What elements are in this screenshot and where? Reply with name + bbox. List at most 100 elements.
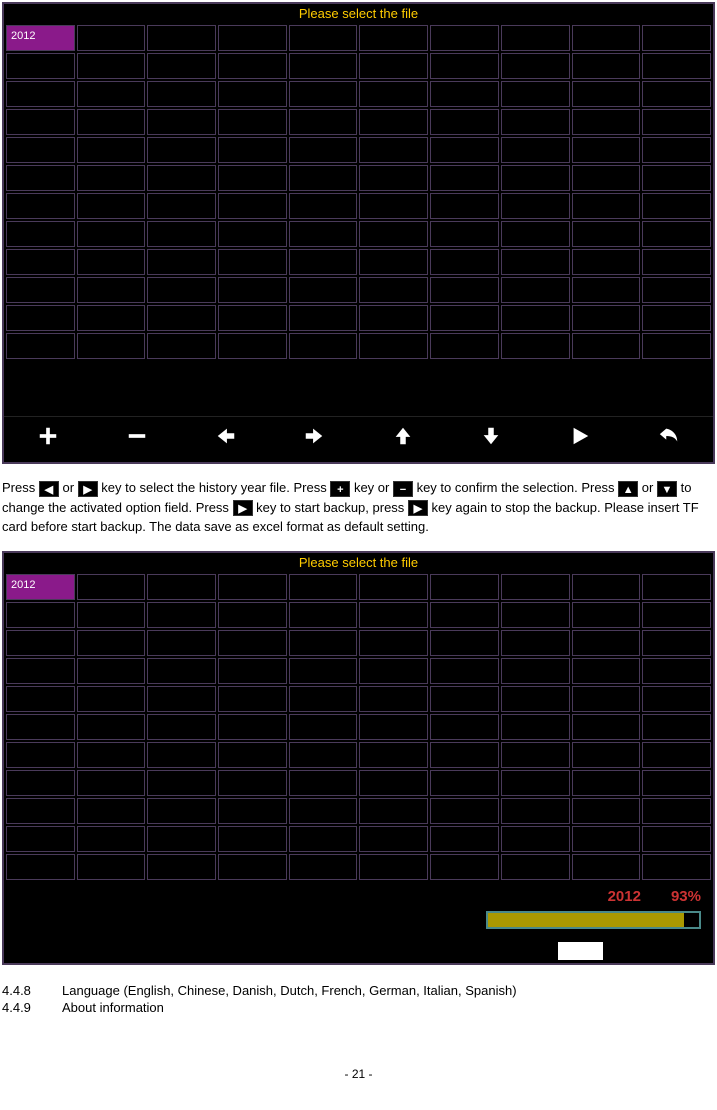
file-cell[interactable] xyxy=(6,854,75,880)
file-cell[interactable] xyxy=(77,742,146,768)
file-cell[interactable] xyxy=(218,249,287,275)
file-cell[interactable] xyxy=(572,109,641,135)
file-cell[interactable] xyxy=(289,630,358,656)
file-cell[interactable] xyxy=(6,221,75,247)
file-cell[interactable] xyxy=(218,826,287,852)
file-cell[interactable] xyxy=(359,193,428,219)
file-cell[interactable] xyxy=(642,277,711,303)
file-cell[interactable] xyxy=(147,165,216,191)
file-cell[interactable] xyxy=(642,770,711,796)
arrow-right-icon[interactable] xyxy=(303,425,325,454)
file-cell[interactable] xyxy=(359,137,428,163)
file-cell[interactable] xyxy=(77,574,146,600)
file-cell[interactable] xyxy=(218,854,287,880)
file-cell[interactable] xyxy=(501,137,570,163)
file-cell[interactable] xyxy=(77,854,146,880)
file-cell[interactable] xyxy=(430,53,499,79)
file-cell[interactable] xyxy=(218,53,287,79)
file-cell[interactable] xyxy=(359,277,428,303)
file-cell[interactable] xyxy=(359,826,428,852)
file-cell[interactable] xyxy=(6,53,75,79)
file-cell[interactable] xyxy=(289,305,358,331)
file-cell[interactable] xyxy=(642,798,711,824)
file-cell[interactable] xyxy=(642,165,711,191)
file-cell[interactable] xyxy=(430,277,499,303)
plus-icon[interactable] xyxy=(37,425,59,454)
file-cell[interactable] xyxy=(218,630,287,656)
file-cell[interactable] xyxy=(289,333,358,359)
file-cell[interactable] xyxy=(289,658,358,684)
file-cell[interactable] xyxy=(501,333,570,359)
file-cell[interactable] xyxy=(77,25,146,51)
file-cell[interactable] xyxy=(147,658,216,684)
file-cell[interactable] xyxy=(359,221,428,247)
file-cell[interactable] xyxy=(218,333,287,359)
file-cell[interactable] xyxy=(642,137,711,163)
arrow-left-icon[interactable] xyxy=(215,425,237,454)
file-cell[interactable] xyxy=(147,277,216,303)
file-cell[interactable] xyxy=(77,658,146,684)
file-cell[interactable] xyxy=(289,770,358,796)
file-cell[interactable] xyxy=(289,714,358,740)
file-cell[interactable] xyxy=(430,826,499,852)
file-cell[interactable] xyxy=(289,165,358,191)
play-icon[interactable] xyxy=(569,425,591,454)
file-cell[interactable] xyxy=(430,221,499,247)
file-cell[interactable] xyxy=(572,574,641,600)
file-cell[interactable] xyxy=(430,742,499,768)
file-cell[interactable] xyxy=(147,854,216,880)
file-cell[interactable] xyxy=(572,333,641,359)
file-cell[interactable] xyxy=(147,798,216,824)
file-cell[interactable] xyxy=(218,81,287,107)
file-cell[interactable] xyxy=(6,249,75,275)
file-cell[interactable] xyxy=(430,574,499,600)
file-cell[interactable] xyxy=(501,221,570,247)
file-cell[interactable] xyxy=(572,221,641,247)
file-cell[interactable] xyxy=(218,25,287,51)
file-cell[interactable] xyxy=(359,798,428,824)
file-cell[interactable] xyxy=(430,854,499,880)
file-cell[interactable] xyxy=(572,770,641,796)
file-cell[interactable] xyxy=(501,25,570,51)
file-cell[interactable] xyxy=(359,81,428,107)
file-cell[interactable] xyxy=(501,770,570,796)
file-cell[interactable] xyxy=(6,165,75,191)
file-cell[interactable] xyxy=(147,53,216,79)
file-cell-selected[interactable]: 2012 xyxy=(6,574,75,600)
file-cell[interactable] xyxy=(642,602,711,628)
file-cell[interactable] xyxy=(289,826,358,852)
file-cell[interactable] xyxy=(501,658,570,684)
file-cell[interactable] xyxy=(572,826,641,852)
file-cell[interactable] xyxy=(289,221,358,247)
file-cell[interactable] xyxy=(572,686,641,712)
file-cell[interactable] xyxy=(77,333,146,359)
file-cell[interactable] xyxy=(6,277,75,303)
file-cell[interactable] xyxy=(359,333,428,359)
file-cell[interactable] xyxy=(289,25,358,51)
file-cell[interactable] xyxy=(147,333,216,359)
file-cell[interactable] xyxy=(218,109,287,135)
file-cell[interactable] xyxy=(147,249,216,275)
file-cell[interactable] xyxy=(6,658,75,684)
file-cell[interactable] xyxy=(430,193,499,219)
file-cell[interactable] xyxy=(77,630,146,656)
file-cell[interactable] xyxy=(77,686,146,712)
file-cell[interactable] xyxy=(572,714,641,740)
file-cell[interactable] xyxy=(218,221,287,247)
file-cell[interactable] xyxy=(6,798,75,824)
file-cell[interactable] xyxy=(6,137,75,163)
file-cell[interactable] xyxy=(147,742,216,768)
file-cell[interactable] xyxy=(289,193,358,219)
file-cell[interactable] xyxy=(572,277,641,303)
file-cell[interactable] xyxy=(77,109,146,135)
file-cell[interactable] xyxy=(147,686,216,712)
file-cell[interactable] xyxy=(77,137,146,163)
file-cell[interactable] xyxy=(218,193,287,219)
file-cell[interactable] xyxy=(6,305,75,331)
file-cell[interactable] xyxy=(359,770,428,796)
file-cell[interactable] xyxy=(147,714,216,740)
file-cell[interactable] xyxy=(642,826,711,852)
file-cell[interactable] xyxy=(642,686,711,712)
file-cell[interactable] xyxy=(218,742,287,768)
file-cell[interactable] xyxy=(289,686,358,712)
